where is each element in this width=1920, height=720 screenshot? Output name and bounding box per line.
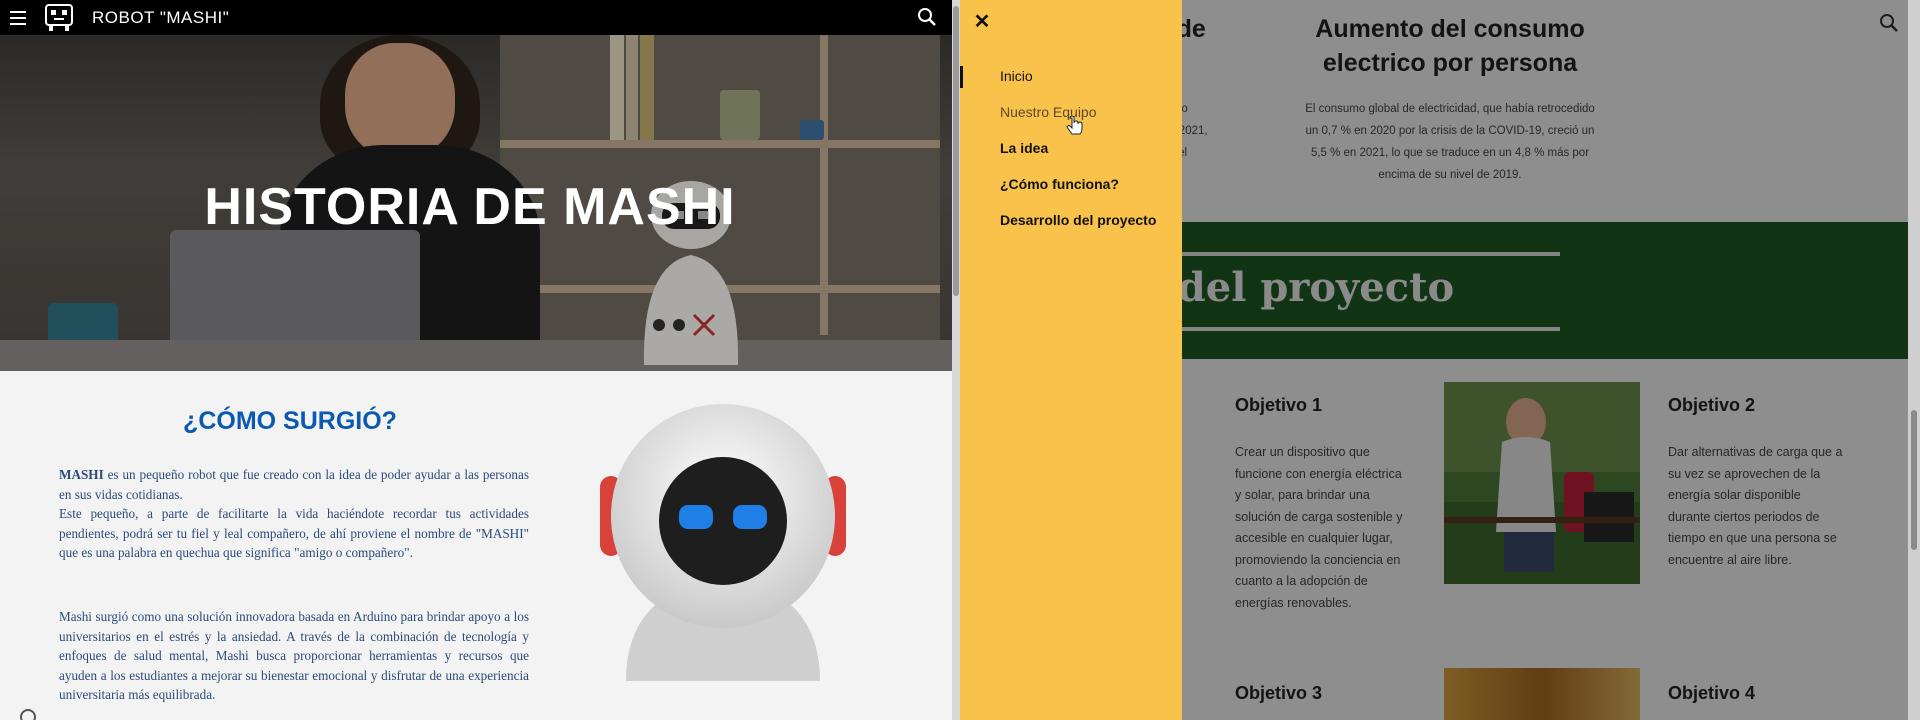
screen: ROBOT "MASHI" HISTORIA DE MASHI ¿CÓMO SU… bbox=[0, 0, 1920, 720]
search-icon[interactable] bbox=[1878, 12, 1900, 34]
hamburger-icon[interactable] bbox=[0, 0, 36, 35]
stat2-line: un 0,7 % en 2020 por la crisis de la COV… bbox=[1305, 125, 1595, 137]
nav-item-desarrollo[interactable]: Desarrollo del proyecto bbox=[1000, 212, 1156, 228]
left-scrollbar[interactable] bbox=[952, 0, 960, 720]
objective-line: energía solar disponible bbox=[1668, 488, 1801, 502]
objective-line: promoviendo la conciencia en bbox=[1235, 552, 1401, 567]
right-scrollbar-thumb[interactable] bbox=[1911, 410, 1917, 550]
stat2-title-line: Aumento del consumo bbox=[1315, 15, 1585, 43]
story-heading: ¿CÓMO SURGIÓ? bbox=[183, 407, 397, 435]
objective-4-title: Objetivo 4 bbox=[1668, 683, 1756, 703]
objective-2-title: Objetivo 2 bbox=[1668, 395, 1756, 415]
info-icon[interactable] bbox=[20, 709, 36, 720]
story-section: ¿CÓMO SURGIÓ? MASHI es un pequeño robot … bbox=[0, 371, 952, 720]
objective-line: funcione con energía eléctrica bbox=[1235, 466, 1402, 481]
hero-banner: HISTORIA DE MASHI bbox=[0, 35, 952, 371]
right-scrollbar[interactable] bbox=[1908, 0, 1920, 720]
objective-1-text: Crear un dispositivo que funcione con en… bbox=[1235, 442, 1445, 614]
story-paragraph-1-text: es un pequeño robot que fue creado con l… bbox=[59, 467, 529, 502]
active-indicator bbox=[960, 66, 963, 88]
hero-title: HISTORIA DE MASHI bbox=[204, 178, 736, 236]
objective-line: solución de carga sostenible y bbox=[1235, 509, 1403, 524]
robot-logo-icon[interactable] bbox=[40, 3, 78, 33]
close-icon[interactable]: ✕ bbox=[970, 10, 994, 34]
site-title[interactable]: ROBOT "MASHI" bbox=[92, 8, 229, 28]
stat2-title: Aumento del consumo electrico por person… bbox=[1235, 12, 1665, 80]
story-paragraph-1: MASHI es un pequeño robot que fue creado… bbox=[59, 465, 529, 563]
left-browser-window: ROBOT "MASHI" HISTORIA DE MASHI ¿CÓMO SU… bbox=[0, 0, 952, 720]
objective-line: accesible en cualquier lugar, bbox=[1235, 531, 1393, 545]
story-bold-name: MASHI bbox=[59, 467, 104, 482]
objective-line: Dar alternativas de carga que a bbox=[1668, 445, 1843, 459]
objective-line: tiempo en que una persona se bbox=[1668, 531, 1837, 545]
objective-line: y solar, para brindar una bbox=[1235, 488, 1370, 502]
nav-drawer: ✕ Inicio Nuestro Equipo La idea ¿Cómo fu… bbox=[960, 0, 1182, 720]
stat2-text: El consumo global de electricidad, que h… bbox=[1230, 98, 1670, 186]
hand-cursor-icon bbox=[1066, 116, 1083, 135]
objective-3-title: Objetivo 3 bbox=[1235, 683, 1323, 703]
story-paragraph-2-text: Este pequeño, a parte de facilitarte la … bbox=[59, 506, 529, 560]
objective-line: encuentre al aire libre. bbox=[1668, 552, 1792, 567]
mashi-robot-illustration bbox=[600, 404, 846, 681]
stat2-line: encima de su nivel de 2019. bbox=[1378, 169, 1522, 181]
nav-item-la-idea[interactable]: La idea bbox=[1000, 140, 1048, 156]
stat2-title-line: electrico por persona bbox=[1322, 49, 1578, 77]
site-header: ROBOT "MASHI" bbox=[0, 0, 952, 35]
objective-1-title: Objetivo 1 bbox=[1235, 395, 1323, 415]
stat2-line: El consumo global de electricidad, que h… bbox=[1305, 103, 1595, 115]
search-icon[interactable] bbox=[916, 6, 938, 28]
nav-item-como-funciona[interactable]: ¿Cómo funciona? bbox=[1000, 176, 1119, 192]
objective-line: durante ciertos periodos de bbox=[1668, 509, 1820, 524]
nav-item-inicio[interactable]: Inicio bbox=[1000, 68, 1033, 84]
objective-line: energías renovables. bbox=[1235, 595, 1352, 610]
objective-4-image bbox=[1444, 668, 1640, 720]
objective-line: cuanto a la adopción de bbox=[1235, 574, 1368, 588]
left-scrollbar-thumb[interactable] bbox=[953, 6, 959, 296]
objective-2-text: Dar alternativas de carga que a su vez s… bbox=[1668, 442, 1888, 571]
story-paragraph-3: Mashi surgió como una solución innovador… bbox=[59, 609, 529, 702]
objective-line: su vez se aprovechen de la bbox=[1668, 466, 1821, 481]
objective-line: Crear un dispositivo que bbox=[1235, 445, 1370, 459]
objective-2-image bbox=[1444, 382, 1640, 584]
stat2-line: 5,5 % en 2021, lo que se traduce en un 4… bbox=[1310, 147, 1590, 159]
